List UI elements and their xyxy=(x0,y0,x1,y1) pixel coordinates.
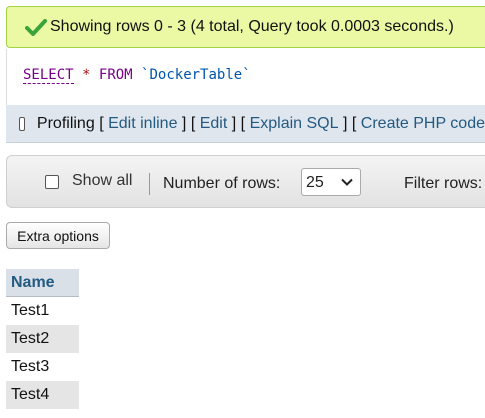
rows-per-page-value: 25 xyxy=(306,174,324,191)
edit-link[interactable]: Edit xyxy=(200,115,228,133)
bracket: [ xyxy=(240,114,246,132)
sql-from-keyword: FROM xyxy=(98,67,133,83)
show-all-label[interactable]: Show all xyxy=(72,172,132,190)
sql-query-box: SELECT * FROM `DockerTable` xyxy=(6,49,485,105)
bracket: [ xyxy=(99,114,104,132)
bracket: ] xyxy=(342,114,348,132)
explain-sql-link[interactable]: Explain SQL xyxy=(250,115,339,133)
table-cell[interactable]: Test3 xyxy=(6,353,79,381)
sql-select-keyword[interactable]: SELECT xyxy=(23,67,74,84)
bracket: [ xyxy=(190,114,196,132)
table-row[interactable]: Test1 xyxy=(6,296,79,325)
bracket: ] xyxy=(231,114,237,132)
sql-table-name: `DockerTable` xyxy=(141,67,251,83)
table-cell[interactable]: Test2 xyxy=(6,325,79,353)
show-all-checkbox[interactable] xyxy=(45,175,59,189)
filter-rows-label: Filter rows: xyxy=(404,175,483,192)
sql-query: SELECT * FROM `DockerTable` xyxy=(23,67,251,84)
profiling-label: Profiling xyxy=(36,114,95,132)
bracket: [ xyxy=(351,114,357,132)
profiling-bar: Profiling [ Edit inline ] [ Edit ] [ Exp… xyxy=(6,105,485,143)
navigation-bar: Show all Number of rows: 25 Filter rows: xyxy=(6,155,485,208)
results-table: Name Test1 Test2 Test3 Test4 xyxy=(6,269,79,409)
success-message: Showing rows 0 - 3 (4 total, Query took … xyxy=(6,6,485,48)
table-cell[interactable]: Test1 xyxy=(6,296,79,325)
rows-per-page-select[interactable]: 25 xyxy=(301,168,361,196)
edit-inline-link[interactable]: Edit inline xyxy=(108,115,177,133)
column-header-name[interactable]: Name xyxy=(6,269,79,297)
number-of-rows-label: Number of rows: xyxy=(163,175,281,192)
extra-options-button[interactable]: Extra options xyxy=(6,222,110,249)
check-icon xyxy=(25,19,47,36)
bracket: ] xyxy=(181,114,187,132)
sql-star: * xyxy=(82,67,91,83)
profiling-checkbox[interactable] xyxy=(19,116,25,131)
table-row[interactable]: Test3 xyxy=(6,353,79,381)
table-row[interactable]: Test4 xyxy=(6,381,79,409)
table-row[interactable]: Test2 xyxy=(6,325,79,353)
create-php-code-link[interactable]: Create PHP code xyxy=(361,115,485,133)
success-text: Showing rows 0 - 3 (4 total, Query took … xyxy=(50,18,454,35)
table-cell[interactable]: Test4 xyxy=(6,381,79,409)
chevron-down-icon xyxy=(341,178,353,186)
divider xyxy=(149,173,150,195)
